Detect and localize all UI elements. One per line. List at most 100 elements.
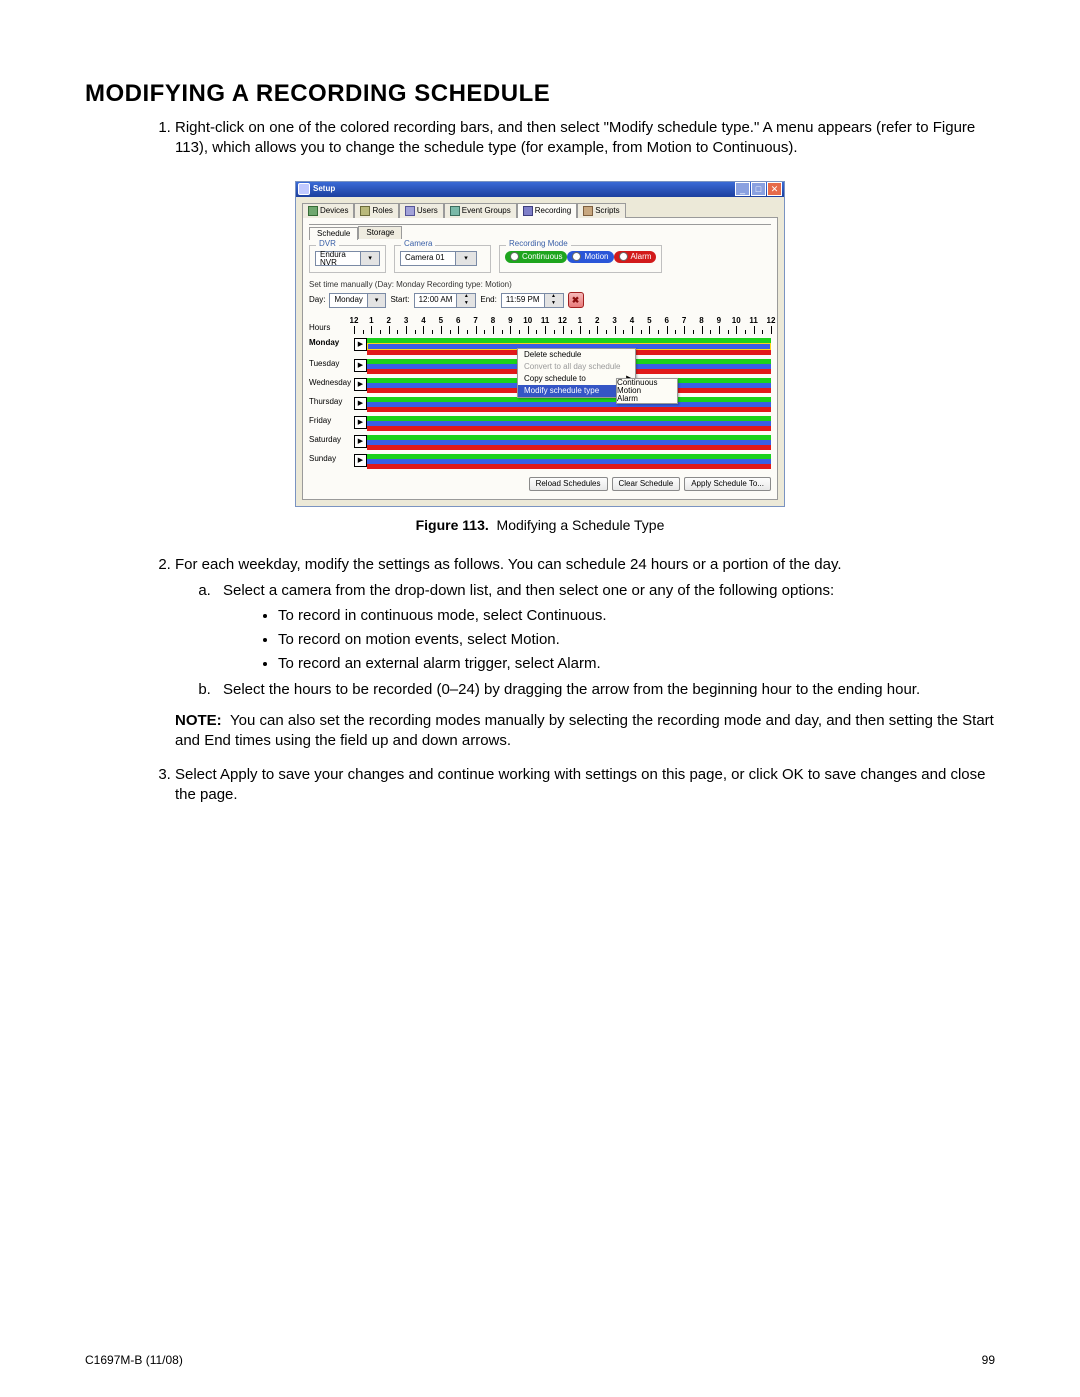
- devices-icon: [308, 206, 318, 216]
- apply-schedule-to-button[interactable]: Apply Schedule To...: [684, 477, 771, 491]
- step-2-note: NOTE: You can also set the recording mod…: [175, 711, 995, 752]
- chevron-down-icon: ▾: [367, 294, 386, 307]
- schedule-day-row: Saturday▶: [309, 435, 771, 450]
- hour-tick-label: 8: [491, 317, 495, 325]
- window-minimize-button[interactable]: _: [735, 182, 750, 196]
- hour-tick-label: 4: [630, 317, 634, 325]
- recording-bar[interactable]: [367, 407, 771, 412]
- app-icon: [298, 183, 310, 195]
- tab-users[interactable]: Users: [399, 203, 444, 218]
- clear-schedule-button[interactable]: Clear Schedule: [612, 477, 681, 491]
- footer-page-number: 99: [982, 1353, 995, 1367]
- play-day-button[interactable]: ▶: [354, 397, 367, 410]
- play-day-button[interactable]: ▶: [354, 378, 367, 391]
- hour-tick-label: 11: [749, 317, 757, 325]
- context-submenu: Continuous Motion Alarm: [616, 378, 678, 404]
- window-maximize-button[interactable]: □: [751, 182, 766, 196]
- day-label: Sunday: [309, 454, 354, 463]
- schedule-day-row: Thursday▶: [309, 397, 771, 412]
- tab-scripts[interactable]: Scripts: [577, 203, 625, 218]
- day-label: Tuesday: [309, 359, 354, 368]
- hour-tick-label: 3: [612, 317, 616, 325]
- radio-dot-icon: [619, 252, 628, 261]
- day-label: Saturday: [309, 435, 354, 444]
- schedule-day-row: Friday▶: [309, 416, 771, 431]
- subtab-storage[interactable]: Storage: [358, 226, 402, 239]
- hour-tick-label: 1: [369, 317, 373, 325]
- mode-motion[interactable]: Motion: [567, 251, 613, 263]
- hour-tick-label: 6: [456, 317, 460, 325]
- hour-tick-label: 10: [732, 317, 741, 325]
- start-time-spinner[interactable]: 12:00 AM▲▼: [414, 293, 477, 308]
- dvr-group: DVR Endura NVR▾: [309, 245, 386, 274]
- step-2b: Select the hours to be recorded (0–24) b…: [215, 680, 995, 700]
- play-day-button[interactable]: ▶: [354, 435, 367, 448]
- figure-113: Setup _ □ ✕ Devices Roles Users Event Gr…: [295, 181, 785, 534]
- tab-devices[interactable]: Devices: [302, 203, 354, 218]
- play-day-button[interactable]: ▶: [354, 454, 367, 467]
- mode-continuous[interactable]: Continuous: [505, 251, 567, 263]
- camera-select[interactable]: Camera 01▾: [400, 251, 477, 266]
- schedule-day-row: Sunday▶: [309, 454, 771, 469]
- schedule-bars[interactable]: [367, 435, 771, 450]
- play-day-button[interactable]: ▶: [354, 338, 367, 351]
- users-icon: [405, 206, 415, 216]
- schedule-bars[interactable]: [367, 397, 771, 412]
- footer-doc-id: C1697M-B (11/08): [85, 1353, 183, 1367]
- hour-tick-label: 9: [508, 317, 512, 325]
- window-close-button[interactable]: ✕: [767, 182, 782, 196]
- day-label: Thursday: [309, 397, 354, 406]
- hour-tick-label: 1: [578, 317, 582, 325]
- schedule-bars[interactable]: [367, 416, 771, 431]
- mode-alarm[interactable]: Alarm: [614, 251, 657, 263]
- manual-time-title: Set time manually (Day: Monday Recording…: [309, 281, 771, 289]
- window-title: Setup: [313, 185, 335, 193]
- schedule-bars[interactable]: [367, 454, 771, 469]
- setup-window: Setup _ □ ✕ Devices Roles Users Event Gr…: [295, 181, 785, 508]
- step-list-cont: For each weekday, modify the settings as…: [85, 555, 995, 806]
- recording-bar[interactable]: [367, 445, 771, 450]
- dvr-select[interactable]: Endura NVR▾: [315, 251, 380, 266]
- menu-delete-schedule[interactable]: Delete schedule: [518, 349, 635, 361]
- tab-event-groups[interactable]: Event Groups: [444, 203, 517, 218]
- clear-time-button[interactable]: ✖: [568, 292, 584, 308]
- hour-tick-label: 7: [682, 317, 686, 325]
- end-time-spinner[interactable]: 11:59 PM▲▼: [501, 293, 564, 308]
- day-label: Friday: [309, 416, 354, 425]
- step-2a-bullet-3: To record an external alarm trigger, sel…: [278, 654, 995, 674]
- manual-time-row: Day: Monday▾ Start: 12:00 AM▲▼ End: 11:5…: [309, 292, 771, 308]
- hours-label: Hours: [309, 324, 354, 334]
- window-titlebar: Setup _ □ ✕: [296, 182, 784, 197]
- day-select[interactable]: Monday▾: [329, 293, 386, 308]
- schedule-grid: Hours 12123456789101112123456789101112 M…: [309, 318, 771, 469]
- radio-dot-icon: [572, 252, 581, 261]
- day-label: Monday: [309, 338, 354, 347]
- hour-tick-label: 7: [473, 317, 477, 325]
- step-2a: Select a camera from the drop-down list,…: [215, 581, 995, 674]
- tab-recording[interactable]: Recording: [517, 203, 577, 218]
- submenu-alarm[interactable]: Alarm: [617, 395, 677, 403]
- play-day-button[interactable]: ▶: [354, 416, 367, 429]
- recording-bar[interactable]: [367, 426, 771, 431]
- recording-bar[interactable]: [367, 464, 771, 469]
- chevron-down-icon: ▾: [360, 252, 379, 265]
- hour-tick-label: 4: [421, 317, 425, 325]
- radio-dot-icon: [510, 252, 519, 261]
- hour-tick-label: 2: [387, 317, 391, 325]
- play-day-button[interactable]: ▶: [354, 359, 367, 372]
- section-heading: MODIFYING A RECORDING SCHEDULE: [85, 80, 995, 108]
- tab-roles[interactable]: Roles: [354, 203, 398, 218]
- subtab-schedule[interactable]: Schedule: [309, 227, 358, 240]
- hour-tick-label: 10: [523, 317, 532, 325]
- recording-icon: [523, 206, 533, 216]
- hour-tick-label: 6: [665, 317, 669, 325]
- step-list: Right-click on one of the colored record…: [85, 118, 995, 159]
- hour-tick-label: 12: [767, 317, 776, 325]
- recording-mode-group: Recording Mode Continuous Motion Alarm: [499, 245, 662, 274]
- figure-caption: Figure 113. Modifying a Schedule Type: [295, 517, 785, 533]
- menu-convert-all-day: Convert to all day schedule: [518, 361, 635, 373]
- roles-icon: [360, 206, 370, 216]
- hour-tick-label: 2: [595, 317, 599, 325]
- eventgroups-icon: [450, 206, 460, 216]
- reload-schedules-button[interactable]: Reload Schedules: [529, 477, 608, 491]
